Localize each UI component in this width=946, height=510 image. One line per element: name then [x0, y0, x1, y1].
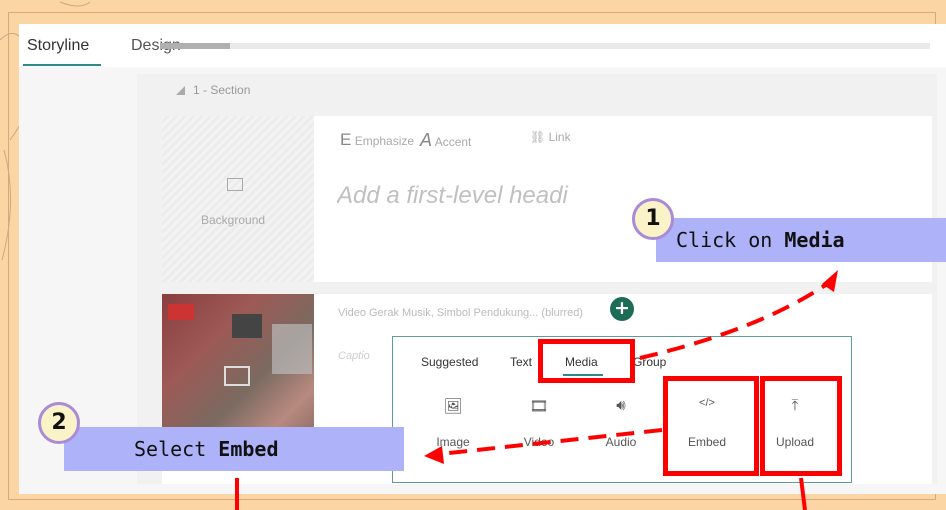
step2-badge: 2 [38, 402, 80, 444]
step2-bold: Embed [218, 437, 279, 461]
step1-badge: 1 [632, 198, 674, 240]
step2-callout: Select Embed [64, 427, 404, 471]
step1-prefix: Click on [676, 228, 785, 252]
step1-bold: Media [784, 228, 845, 252]
step2-prefix: Select [134, 437, 219, 461]
step1-callout: Click on Media [656, 218, 946, 262]
